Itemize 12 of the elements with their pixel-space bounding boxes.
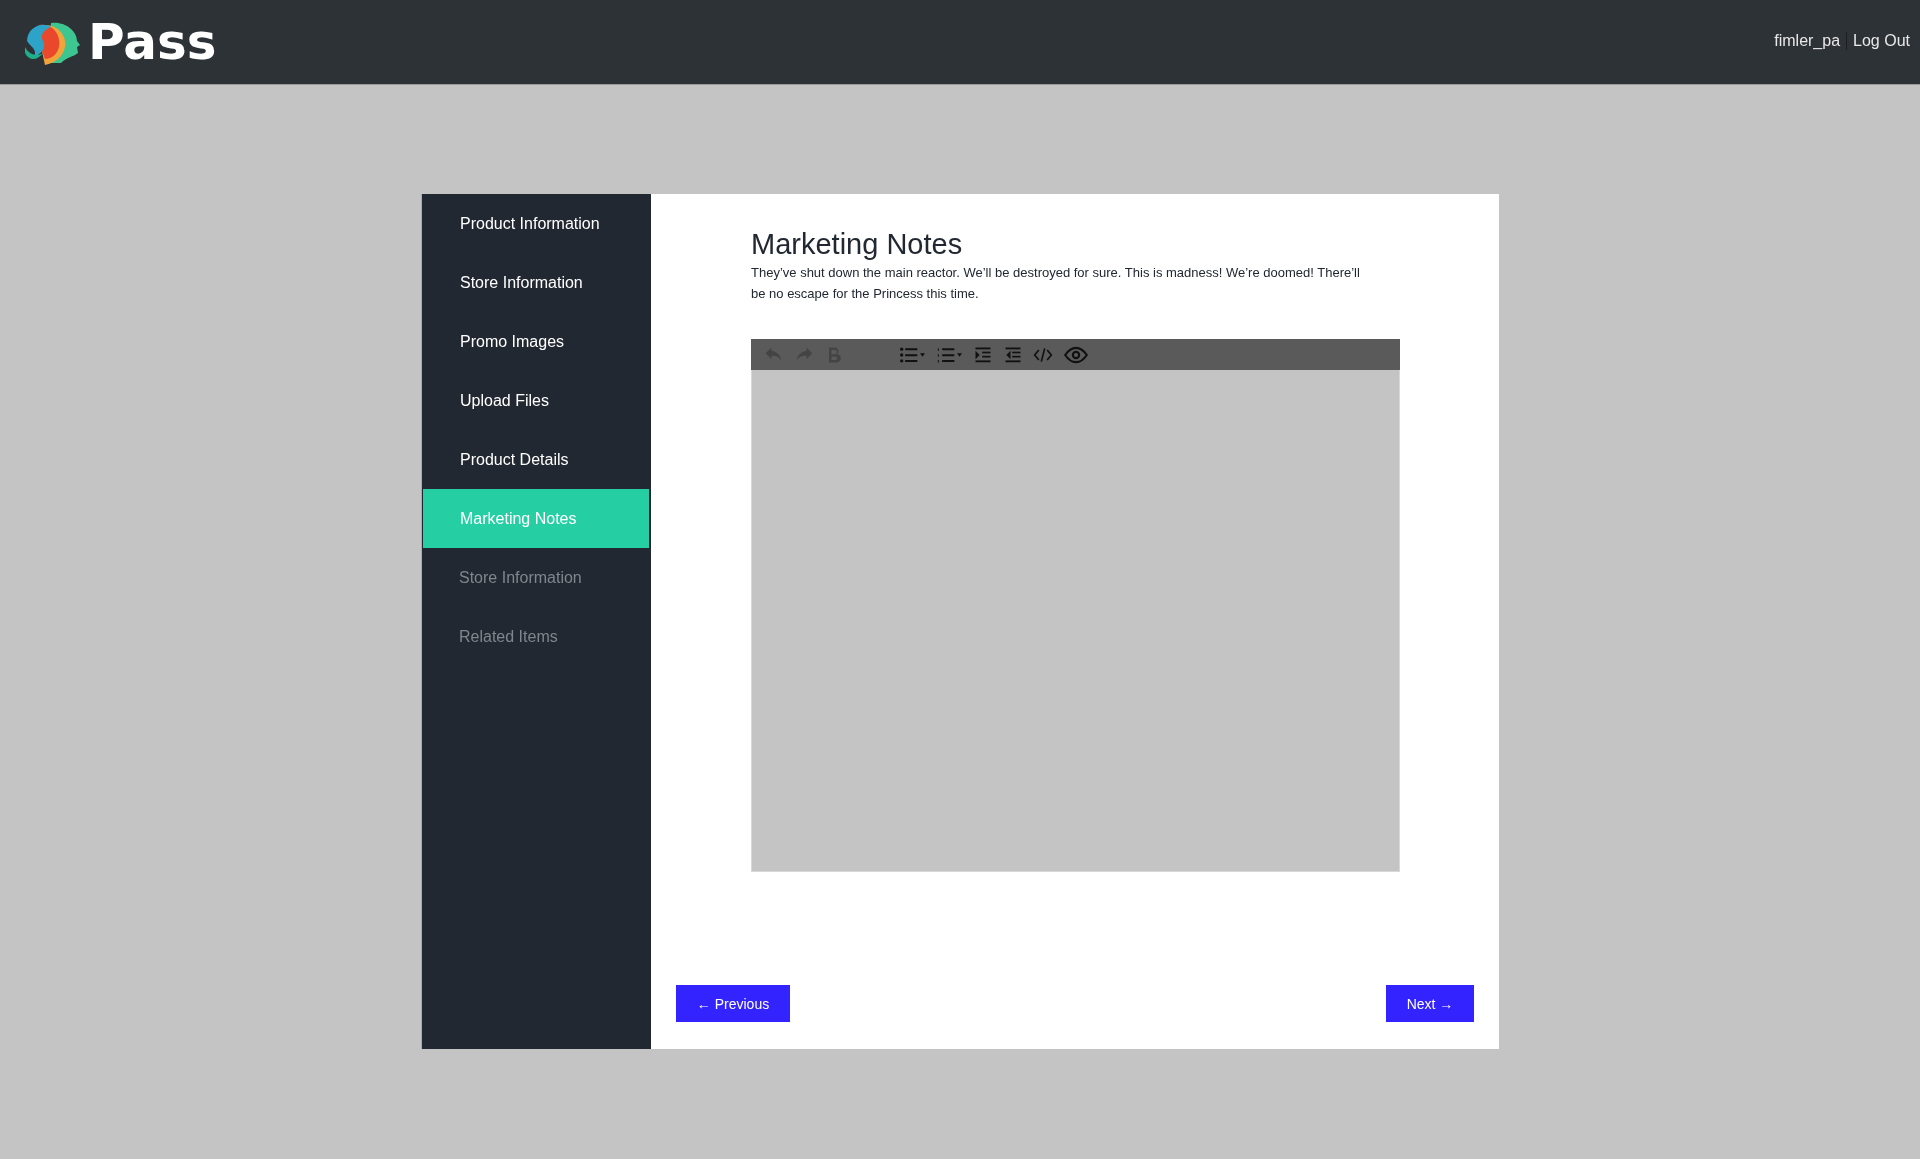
next-button[interactable]: Next → bbox=[1386, 985, 1474, 1022]
sidebar-item[interactable]: Promo Images bbox=[422, 312, 649, 371]
page-title: Marketing Notes bbox=[751, 228, 964, 260]
logo-text: Pass bbox=[88, 14, 217, 70]
logout-link[interactable]: Log Out bbox=[1853, 32, 1910, 50]
sidebar-item[interactable]: Upload Files bbox=[422, 371, 649, 430]
sidebar-item[interactable]: Product Information bbox=[422, 194, 649, 253]
previous-button[interactable]: ← Previous bbox=[676, 985, 790, 1022]
username-link[interactable]: fimler_pa bbox=[1774, 32, 1841, 50]
description-text: They’ve shut down the main reactor. We’ll be destroyed for sure. This is madness! We’re doomed! There’ll be no escape for the Princess this time. bbox=[751, 264, 1361, 303]
sidebar-item[interactable]: Product Details bbox=[422, 430, 649, 489]
sidebar-item[interactable]: Store Information bbox=[422, 253, 649, 312]
